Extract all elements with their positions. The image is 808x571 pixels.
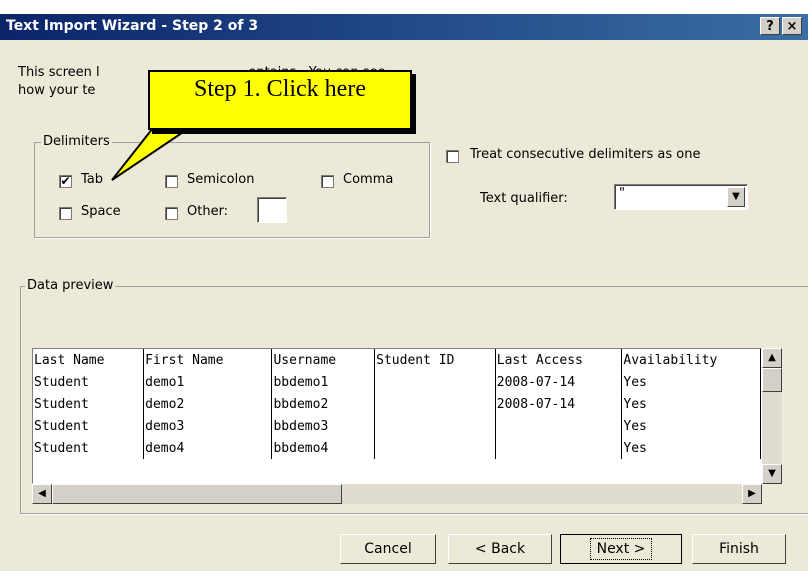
callout-text: Step 1. Click here <box>194 76 366 102</box>
text-import-wizard-dialog: Text Import Wizard - Step 2 of 3 ? × Thi… <box>0 14 808 571</box>
